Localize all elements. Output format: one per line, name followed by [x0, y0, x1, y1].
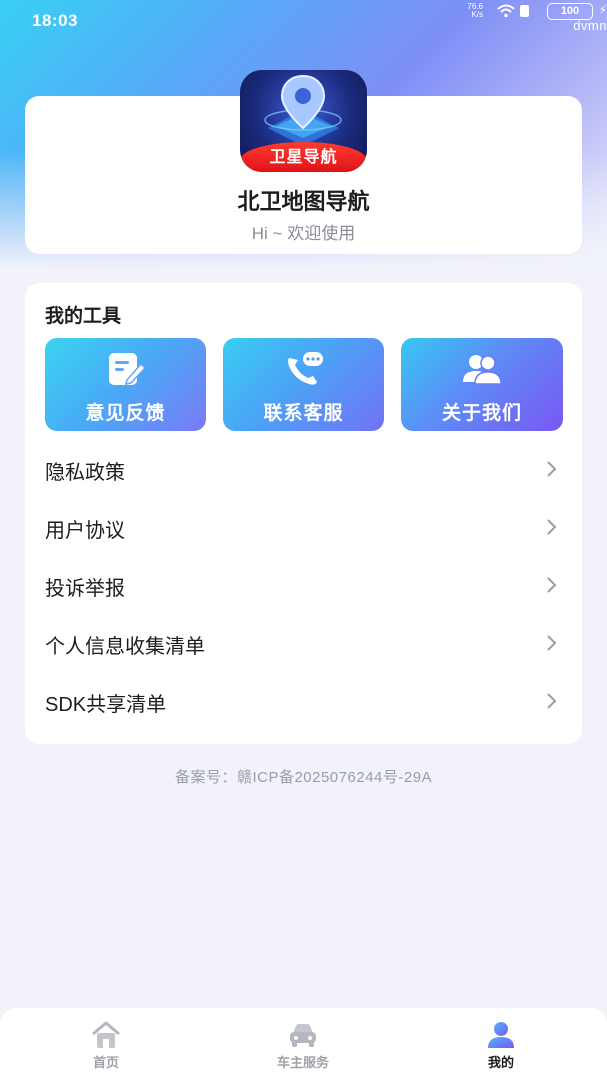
app-logo-ribbon: 卫星导航 [240, 142, 367, 172]
app-logo: 卫星导航 [240, 70, 367, 172]
menu-item-personal-info-list[interactable]: 个人信息收集清单 [45, 615, 562, 673]
nav-car-service[interactable]: 车主服务 [233, 1008, 373, 1080]
home-icon [92, 1021, 120, 1048]
nav-car-service-label: 车主服务 [276, 1055, 329, 1070]
chevron-right-icon [547, 635, 557, 651]
menu-item-user-agreement[interactable]: 用户协议 [45, 499, 562, 557]
about-us-label: 关于我们 [441, 403, 522, 424]
icp-record[interactable]: 备案号：赣ICP备2025076244号-29A [0, 766, 607, 787]
network-speed: 76.6 K/s [453, 3, 483, 19]
profile-icon [488, 1022, 514, 1048]
menu-item-label: 用户协议 [45, 520, 125, 542]
feedback-label: 意见反馈 [85, 403, 166, 424]
feedback-edit-icon [109, 353, 147, 385]
car-icon [290, 1024, 316, 1047]
menu-item-complaint-report[interactable]: 投诉举报 [45, 557, 562, 615]
about-us-button[interactable]: 关于我们 [401, 338, 563, 431]
sim-icon [520, 5, 529, 17]
contact-support-label: 联系客服 [263, 403, 344, 424]
app-name: 北卫地图导航 [237, 189, 370, 214]
users-icon [463, 355, 502, 385]
menu-item-label: 个人信息收集清单 [45, 636, 205, 658]
watermark: dvmn [573, 18, 607, 33]
menu-item-label: SDK共享清单 [45, 694, 167, 716]
bottom-nav: 首页 车主服务 我的 [0, 1008, 607, 1080]
chevron-right-icon [547, 577, 557, 593]
menu-item-label: 隐私政策 [45, 462, 125, 484]
contact-support-button[interactable]: 联系客服 [223, 338, 384, 431]
tools-title: 我的工具 [45, 306, 122, 327]
phone-chat-icon [288, 352, 323, 385]
welcome-text: Hi ~ 欢迎使用 [251, 224, 356, 243]
network-speed-unit: K/s [471, 10, 483, 19]
status-bar: 18:03 76.6 K/s 100 ⚡ dvmn [0, 0, 607, 44]
charging-icon: ⚡ [598, 3, 607, 17]
menu-item-label: 投诉举报 [45, 578, 125, 600]
feedback-button[interactable]: 意见反馈 [45, 338, 206, 431]
tools-card: 我的工具 意见反馈 联系客服 关于我们 隐私政策 用户协议 投诉举报 个人信息收… [25, 283, 582, 744]
nav-mine-label: 我的 [487, 1055, 514, 1070]
chevron-right-icon [547, 519, 557, 535]
nav-home[interactable]: 首页 [36, 1008, 176, 1080]
nav-mine[interactable]: 我的 [431, 1008, 571, 1080]
map-pin-icon [264, 74, 342, 146]
chevron-right-icon [547, 461, 557, 477]
nav-home-label: 首页 [92, 1055, 119, 1070]
menu-item-privacy-policy[interactable]: 隐私政策 [45, 441, 562, 499]
menu-item-sdk-sharing-list[interactable]: SDK共享清单 [45, 673, 562, 731]
status-time: 18:03 [32, 11, 78, 30]
chevron-right-icon [547, 693, 557, 709]
wifi-icon [497, 4, 515, 18]
